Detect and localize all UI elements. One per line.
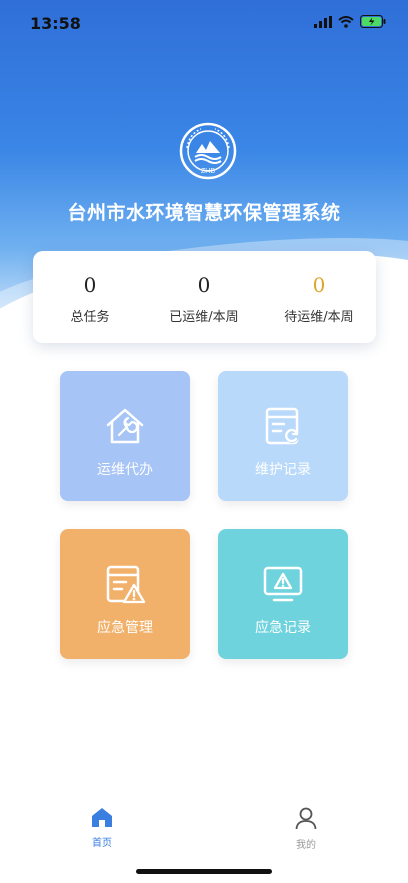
monitor-warning-icon <box>263 566 303 602</box>
stat-done-this-week: 0 已运维/本周 <box>147 251 261 343</box>
tab-home[interactable]: 首页 <box>72 806 132 849</box>
menu-tile-label: 应急管理 <box>97 620 153 636</box>
house-wrench-icon <box>106 408 144 444</box>
stat-pending-this-week: 0 待运维/本周 <box>262 251 376 343</box>
menu-tile-label: 维护记录 <box>255 462 311 478</box>
menu-tile-label: 应急记录 <box>255 620 311 636</box>
tab-label: 首页 <box>92 838 112 849</box>
status-time: 13:58 <box>30 14 81 33</box>
zhb-logo-icon: ZHB <box>179 122 237 180</box>
stat-value: 0 <box>83 273 97 297</box>
status-bar: 13:58 <box>0 0 408 48</box>
stat-label: 总任务 <box>70 310 110 325</box>
stat-label: 已运维/本周 <box>169 310 239 325</box>
menu-tile-maintenance-record[interactable]: 维护记录 <box>218 371 348 501</box>
logo-text: ZHB <box>201 168 215 175</box>
menu-tile-maintenance-todo[interactable]: 运维代办 <box>60 371 190 501</box>
page-title: 台州市水环境智慧环保管理系统 <box>67 202 341 224</box>
menu-tile-emergency-record[interactable]: 应急记录 <box>218 529 348 659</box>
signal-icon <box>314 15 332 28</box>
stat-total-tasks: 0 总任务 <box>33 251 147 343</box>
battery-icon <box>360 15 386 28</box>
home-icon <box>92 808 112 827</box>
stat-value: 0 <box>312 273 326 297</box>
user-icon <box>295 807 317 830</box>
tab-mine[interactable]: 我的 <box>276 806 336 851</box>
stat-value: 0 <box>197 273 211 297</box>
menu-tile-label: 运维代办 <box>97 462 153 478</box>
stats-card: 0 总任务 0 已运维/本周 0 待运维/本周 <box>33 251 376 343</box>
tab-label: 我的 <box>296 840 316 851</box>
home-indicator <box>136 869 272 874</box>
stat-label: 待运维/本周 <box>284 310 354 325</box>
document-warning-icon <box>106 565 146 604</box>
menu-tile-emergency-management[interactable]: 应急管理 <box>60 529 190 659</box>
record-refresh-icon <box>265 407 299 445</box>
wifi-icon <box>338 15 354 28</box>
